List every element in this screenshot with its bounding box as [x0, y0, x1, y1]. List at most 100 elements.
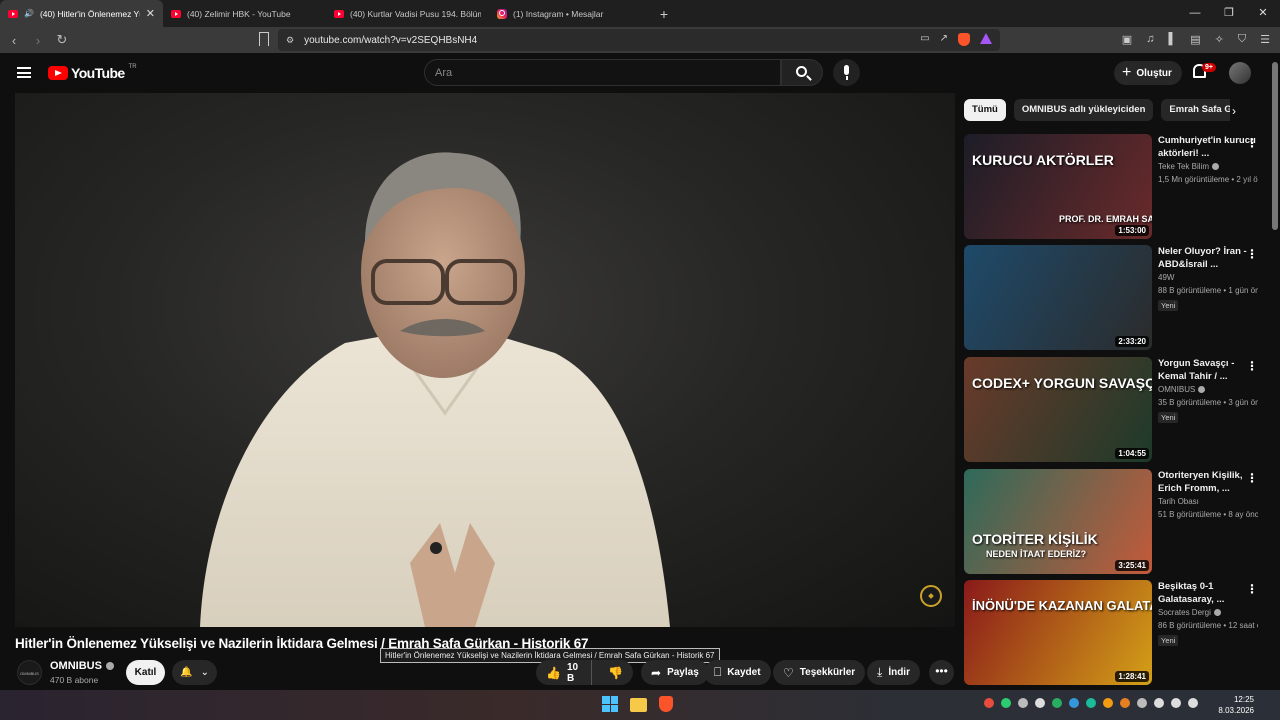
- recommendation-channel[interactable]: OMNIBUS: [1158, 385, 1258, 394]
- download-button[interactable]: ⤓ İndir: [867, 660, 920, 685]
- page-scrollbar[interactable]: [1272, 62, 1278, 230]
- recommendation-card[interactable]: OTORİTER KİŞİLİK NEDEN İTAAT EDERİZ? 3:25:…: [964, 469, 1264, 574]
- recommendation-title[interactable]: Otoriteryen Kişilik, Erich Fromm, ...: [1158, 469, 1258, 495]
- search-input[interactable]: Ara: [424, 59, 781, 86]
- account-avatar[interactable]: [1229, 62, 1251, 84]
- recommendation-channel[interactable]: 49W: [1158, 273, 1258, 282]
- chip-all[interactable]: Tümü: [964, 99, 1006, 121]
- tray-app-icon[interactable]: [1086, 698, 1096, 708]
- subscribed-notifications-button[interactable]: 🔔 ⌄: [172, 660, 217, 685]
- share-button[interactable]: ➦ Paylaş: [641, 660, 709, 685]
- tray-app-icon[interactable]: [1001, 698, 1011, 708]
- youtube-logo[interactable]: YouTube TR: [48, 64, 137, 81]
- chip-from-uploader[interactable]: OMNIBUS adlı yükleyiciden: [1013, 99, 1154, 121]
- save-button[interactable]: ⎕ Kaydet: [704, 660, 771, 685]
- battery-icon[interactable]: [1188, 698, 1198, 708]
- back-button[interactable]: ‹: [4, 33, 24, 48]
- file-explorer-icon[interactable]: [630, 698, 647, 712]
- taskbar-clock[interactable]: 12:25 8.03.2026: [1218, 694, 1254, 716]
- video-thumbnail[interactable]: İNÖNÜ'DE KAZANAN GALATASARAY 1:28:41: [964, 580, 1152, 685]
- close-tab-icon[interactable]: ✕: [146, 7, 155, 20]
- restore-button[interactable]: ❐: [1212, 0, 1246, 27]
- recommendation-channel[interactable]: Teke Tek Bilim: [1158, 162, 1258, 171]
- verified-icon: [1211, 163, 1219, 170]
- video-player[interactable]: [15, 93, 955, 627]
- join-button[interactable]: Katıl: [126, 660, 165, 685]
- minimize-button[interactable]: —: [1178, 0, 1212, 27]
- site-info-icon[interactable]: ⚙: [286, 35, 294, 46]
- chevron-right-icon[interactable]: ›: [1232, 104, 1236, 118]
- brave-shields-icon[interactable]: [958, 33, 970, 46]
- speaker-icon[interactable]: 🔊: [24, 9, 34, 18]
- tray-app-icon[interactable]: [1120, 698, 1130, 708]
- recommendation-card[interactable]: İNÖNÜ'DE KAZANAN GALATASARAY 1:28:41 Beşik…: [964, 580, 1264, 685]
- url-bar[interactable]: ⚙ youtube.com/watch?v=v2SEQHBsNH4 ▭ ↗: [278, 29, 1000, 51]
- filter-chips: Tümü OMNIBUS adlı yükleyiciden Emrah Saf…: [964, 99, 1230, 121]
- recommendation-card[interactable]: CODEX+ YORGUN SAVAŞÇI 1:04:55 Yorgun Savaş…: [964, 357, 1264, 462]
- video-thumbnail[interactable]: CODEX+ YORGUN SAVAŞÇI 1:04:55: [964, 357, 1152, 462]
- channel-name[interactable]: OMNIBUS: [50, 660, 114, 672]
- browser-tab[interactable]: (40) Zelimir HBK - YouTube: [163, 0, 326, 27]
- recommendation-title[interactable]: Cumhuriyet'in kurucu aktörleri! ...: [1158, 134, 1258, 160]
- reload-button[interactable]: ↻: [52, 32, 72, 48]
- volume-icon[interactable]: [1171, 698, 1181, 708]
- tray-app-icon[interactable]: [1035, 698, 1045, 708]
- ambient-mode-icon[interactable]: [920, 585, 942, 607]
- forward-button[interactable]: ›: [28, 33, 48, 48]
- screenshot-icon[interactable]: ▣: [1122, 33, 1132, 46]
- close-window-button[interactable]: ✕: [1246, 0, 1280, 27]
- media-icon[interactable]: ♫: [1146, 33, 1154, 46]
- more-options-icon[interactable]: ⋮: [1246, 359, 1258, 373]
- tray-app-icon[interactable]: [1137, 698, 1147, 708]
- channel-avatar[interactable]: OMNIBUS: [17, 660, 42, 685]
- chevron-down-icon: ⌄: [200, 667, 209, 678]
- create-button[interactable]: + Oluştur: [1114, 61, 1182, 85]
- tray-app-icon[interactable]: [1018, 698, 1028, 708]
- dislike-button[interactable]: 👎: [598, 666, 633, 680]
- new-tab-button[interactable]: +: [652, 6, 676, 22]
- tray-app-icon[interactable]: [1069, 698, 1079, 708]
- more-actions-icon[interactable]: •••: [929, 660, 954, 685]
- search-button[interactable]: [781, 59, 823, 86]
- recommendation-channel[interactable]: Socrates Dergi: [1158, 608, 1258, 617]
- recommendation-info: Neler Oluyor? İran - ABD&İsrail ... 49W 88…: [1158, 245, 1258, 313]
- recommendation-card[interactable]: KURUCU AKTÖRLER PROF. DR. EMRAH SAFA G1:5…: [964, 134, 1264, 239]
- wallet-icon[interactable]: ▤: [1190, 33, 1200, 46]
- windows-start-icon[interactable]: [602, 696, 618, 712]
- thanks-button[interactable]: ♡ Teşekkürler: [773, 660, 866, 685]
- share-icon[interactable]: ↗: [940, 33, 948, 46]
- youtube-icon: [334, 9, 344, 18]
- recommendation-title[interactable]: Beşiktaş 0-1 Galatasaray, ...: [1158, 580, 1258, 606]
- voice-search-button[interactable]: [833, 59, 860, 86]
- vpn-icon[interactable]: ⛉: [1238, 33, 1246, 46]
- menu-icon[interactable]: ☰: [1260, 33, 1270, 46]
- recommendation-title[interactable]: Neler Oluyor? İran - ABD&İsrail ...: [1158, 245, 1258, 271]
- leo-ai-icon[interactable]: ✧: [1215, 33, 1224, 46]
- browser-tab[interactable]: 🔊 (40) Hitler'in Önlenemez Yüks ✕: [0, 0, 163, 27]
- more-options-icon[interactable]: ⋮: [1246, 247, 1258, 261]
- hamburger-menu-icon[interactable]: [17, 67, 31, 78]
- more-options-icon[interactable]: ⋮: [1246, 471, 1258, 485]
- tray-app-icon[interactable]: [1103, 698, 1113, 708]
- sidebar-icon[interactable]: ▌: [1168, 33, 1176, 46]
- wifi-icon[interactable]: [1154, 698, 1164, 708]
- bookmark-icon[interactable]: [259, 32, 269, 46]
- recommendation-title[interactable]: Yorgun Savaşçı - Kemal Tahir / ...: [1158, 357, 1258, 383]
- more-options-icon[interactable]: ⋮: [1246, 582, 1258, 596]
- video-thumbnail[interactable]: KURUCU AKTÖRLER PROF. DR. EMRAH SAFA G1:5…: [964, 134, 1152, 239]
- brave-rewards-icon[interactable]: [980, 33, 992, 44]
- browser-tab[interactable]: (40) Kurtlar Vadisi Pusu 194. Bölüm ·: [326, 0, 489, 27]
- tray-app-icon[interactable]: [1052, 698, 1062, 708]
- recommendation-channel[interactable]: Tarih Obası: [1158, 497, 1258, 506]
- video-thumbnail[interactable]: OTORİTER KİŞİLİK NEDEN İTAAT EDERİZ? 3:25:…: [964, 469, 1152, 574]
- recommendation-card[interactable]: 2:33:20 Neler Oluyor? İran - ABD&İsrail .…: [964, 245, 1264, 350]
- video-thumbnail[interactable]: 2:33:20: [964, 245, 1152, 350]
- tray-app-icon[interactable]: [984, 698, 994, 708]
- cast-icon[interactable]: ▭: [920, 33, 929, 46]
- chip-emrah-safa-gurkan[interactable]: Emrah Safa Gürkan: [1161, 99, 1230, 121]
- like-button[interactable]: 👍 10 B: [536, 660, 593, 685]
- taskbar-apps: [602, 696, 673, 712]
- brave-browser-icon[interactable]: [659, 696, 673, 712]
- more-options-icon[interactable]: ⋮: [1246, 136, 1258, 150]
- browser-tab[interactable]: (1) Instagram • Mesajlar: [489, 0, 652, 27]
